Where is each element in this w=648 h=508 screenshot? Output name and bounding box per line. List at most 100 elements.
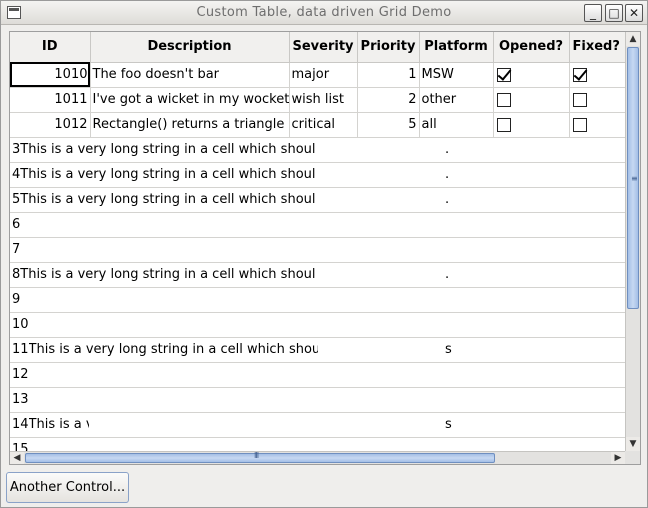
header-row: ID Description Severity Priority Platfor… [10,32,625,63]
long-string-text: This is a very long string in a cell whi… [20,167,316,182]
column-header-severity[interactable]: Severity [289,32,358,63]
overflow-fragment: s [445,341,452,357]
row-number-label: 14 [12,417,29,432]
cell-opened[interactable] [493,87,570,113]
table-row: 14This is a v s [10,412,625,438]
cell-opened[interactable] [493,62,570,88]
row-number-label: 13 [12,392,29,407]
minimize-button[interactable]: _ [584,4,602,22]
grip-icon: ≡ [631,174,638,183]
table-row: 9 [10,287,625,313]
table-row: 1011 I've got a wicket in my wocket wish… [10,87,625,113]
column-header-priority[interactable]: Priority [357,32,420,63]
cell-opened[interactable] [493,112,570,138]
scroll-down-arrow-icon[interactable]: ▼ [626,437,640,451]
spanning-cell[interactable]: 11This is a very long string in a cell w… [10,337,625,363]
spanning-cell[interactable]: 13 [10,387,625,413]
vertical-scroll-thumb[interactable]: ≡ [627,47,639,309]
maximize-button[interactable]: □ [605,4,623,22]
spanning-cell[interactable]: 5This is a very long string in a cell wh… [10,187,625,213]
cell-fixed[interactable] [569,62,625,88]
overflow-fragment: . [445,191,450,207]
table-row: 15 [10,437,625,451]
row-number-label: 11 [12,342,29,357]
column-header-description[interactable]: Description [90,32,290,63]
long-string-text: This is a very long string in a cell whi… [20,142,316,157]
table-row: 6 [10,212,625,238]
spanning-cell[interactable]: 8This is a very long string in a cell wh… [10,262,625,288]
spanning-cell[interactable]: 9 [10,287,625,313]
fixed-checkbox[interactable] [572,67,587,82]
opened-checkbox[interactable] [496,67,511,82]
cell-id[interactable]: 1011 [10,87,91,113]
table-row: 5This is a very long string in a cell wh… [10,187,625,213]
spanning-cell[interactable]: 3This is a very long string in a cell wh… [10,137,625,163]
cell-id[interactable]: 1010 [10,62,91,88]
column-header-opened[interactable]: Opened? [493,32,570,63]
table-row: 4This is a very long string in a cell wh… [10,162,625,188]
cell-platform[interactable]: MSW [419,62,494,88]
cell-priority[interactable]: 5 [357,112,420,138]
table-row: 12 [10,362,625,388]
cell-priority[interactable]: 1 [357,62,420,88]
table-row: 3This is a very long string in a cell wh… [10,137,625,163]
column-header-platform[interactable]: Platform [419,32,494,63]
overflow-fragment: . [445,141,450,157]
spanning-cell[interactable]: 10 [10,312,625,338]
vertical-scrollbar[interactable]: ▲ ≡ ▼ [625,32,640,451]
table-row: 8This is a very long string in a cell wh… [10,262,625,288]
row-number-label: 15 [12,442,29,451]
row-number-label: 6 [12,217,21,232]
long-string-text: This is a very long string in a cell whi… [20,192,316,207]
overflow-fragment: . [445,166,450,182]
opened-checkbox[interactable] [496,117,511,132]
close-button[interactable]: ✕ [625,4,643,22]
scroll-up-arrow-icon[interactable]: ▲ [626,32,640,46]
cell-id[interactable]: 1012 [10,112,91,138]
horizontal-scroll-thumb[interactable]: III [25,451,495,463]
cell-priority[interactable]: 2 [357,87,420,113]
opened-checkbox[interactable] [496,92,511,107]
another-control-button[interactable]: Another Control... [6,472,129,503]
cell-severity[interactable]: wish list [289,87,358,113]
overflow-fragment: s [445,416,452,432]
cell-severity[interactable]: major [289,62,358,88]
column-header-id[interactable]: ID [10,32,91,63]
row-number-label: 9 [12,292,21,307]
spanning-cell[interactable]: 15 [10,437,625,451]
cell-platform[interactable]: all [419,112,494,138]
spanning-cell[interactable]: 14This is a v s [10,412,625,438]
table-row: 11This is a very long string in a cell w… [10,337,625,363]
row-number-label: 3 [12,142,21,157]
fixed-checkbox[interactable] [572,117,587,132]
data-grid[interactable]: ID Description Severity Priority Platfor… [9,31,641,465]
row-number-label: 12 [12,367,29,382]
cell-severity[interactable]: critical [289,112,358,138]
column-header-fixed[interactable]: Fixed? [569,32,625,63]
table-row: 10 [10,312,625,338]
table-row: 7 [10,237,625,263]
fixed-checkbox[interactable] [572,92,587,107]
grid-body: ID Description Severity Priority Platfor… [10,32,625,451]
row-number-label: 7 [12,242,21,257]
spanning-cell[interactable]: 7 [10,237,625,263]
row-number-label: 8 [12,267,21,282]
cell-description[interactable]: Rectangle() returns a triangle [90,112,290,138]
cell-description[interactable]: The foo doesn't bar [90,62,290,88]
scroll-right-arrow-icon[interactable]: ▶ [611,452,625,464]
cell-platform[interactable]: other [419,87,494,113]
row-number-label: 5 [12,192,21,207]
app-window: Custom Table, data driven Grid Demo _ □ … [0,0,648,508]
window-title: Custom Table, data driven Grid Demo [196,5,452,20]
long-string-text: This is a v [28,417,89,432]
cell-fixed[interactable] [569,87,625,113]
spanning-cell[interactable]: 6 [10,212,625,238]
cell-fixed[interactable] [569,112,625,138]
grid-table: ID Description Severity Priority Platfor… [10,32,625,451]
cell-description[interactable]: I've got a wicket in my wocket [90,87,290,113]
title-bar[interactable]: Custom Table, data driven Grid Demo _ □ … [1,1,647,25]
spanning-cell[interactable]: 4This is a very long string in a cell wh… [10,162,625,188]
scroll-left-arrow-icon[interactable]: ◀ [10,452,24,464]
horizontal-scrollbar[interactable]: ◀ III ▶ [10,451,625,464]
spanning-cell[interactable]: 12 [10,362,625,388]
